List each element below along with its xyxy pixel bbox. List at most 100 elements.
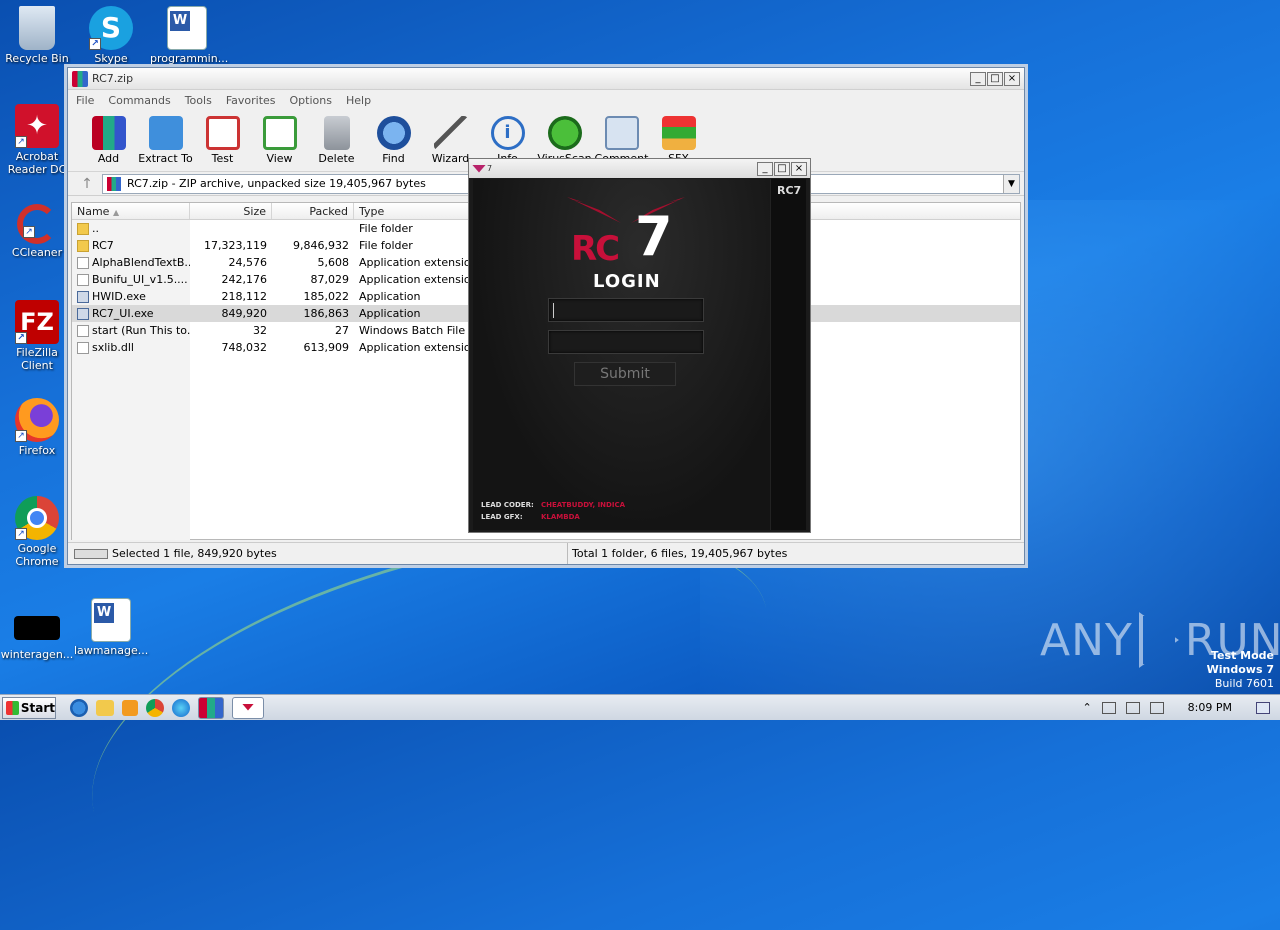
find-label: Find [382,152,405,165]
minimize-button[interactable]: _ [757,161,773,176]
folder-icon[interactable] [96,699,114,716]
file-packed: 186,863 [303,307,350,320]
recycle-bin-icon [19,6,55,50]
chevron-up-icon[interactable]: ⌃ [1082,701,1091,714]
file-name: RC7_UI.exe [92,307,154,320]
desktop-icon-ccleaner[interactable]: ↗ CCleaner [0,204,74,259]
network-icon[interactable] [1125,701,1140,714]
winrar-taskbar-icon[interactable] [198,696,224,719]
extract-to-button[interactable]: Extract To [137,110,194,165]
file-size: 17,323,119 [204,239,267,252]
show-desktop-icon[interactable] [1256,701,1270,714]
start-label: Start [20,700,55,715]
chrome-icon[interactable] [146,698,164,717]
desktop-icon-firefox[interactable]: ↗ Firefox [0,398,74,457]
close-button[interactable]: × [791,161,807,176]
password-input[interactable] [548,330,704,354]
desktop-icon-winteragen[interactable]: winteragen... [0,616,74,661]
firefox-icon: ↗ [15,398,59,442]
file-packed: 87,029 [310,273,350,286]
test-mode-line: Build 7601 [1214,677,1274,690]
file-name: AlphaBlendTextB... [92,256,190,269]
view-label: View [266,152,293,165]
speaker-icon[interactable] [1101,701,1116,714]
file-icon [77,290,89,303]
rc7-mini-logo-icon [472,164,486,173]
media-player-icon[interactable] [122,699,138,716]
archive-add-icon [91,116,126,150]
chrome-icon: ↗ [15,496,59,540]
submit-button[interactable]: Submit [574,362,676,386]
desktop-icon-acrobat[interactable]: ✦ ↗ Acrobat Reader DC [0,104,74,176]
test-mode-line: Windows 7 [1206,663,1274,676]
menu-favorites[interactable]: Favorites [226,94,276,107]
acrobat-icon: ✦ ↗ [15,104,59,148]
chevron-down-icon[interactable]: ▼ [1003,174,1019,193]
clock[interactable]: 8:09 PM [1188,701,1232,714]
column-size[interactable]: Size [190,203,272,219]
add-button[interactable]: Add [80,110,137,165]
column-packed[interactable]: Packed [272,203,354,219]
menu-file[interactable]: File [76,94,94,107]
file-size: 218,112 [221,290,268,303]
edge-icon[interactable] [172,698,190,717]
file-name: RC7 [92,239,114,252]
winrar-icon [72,70,88,87]
desktop-icon-filezilla[interactable]: FZ ↗ FileZilla Client [0,300,74,372]
desktop-icon-recycle-bin[interactable]: Recycle Bin [0,6,74,65]
desktop-icon-lawmanage[interactable]: W lawmanage... [74,598,148,657]
status-bar: Selected 1 file, 849,920 bytes Total 1 f… [68,542,1024,564]
winrar-titlebar[interactable]: RC7.zip _ □ × [68,68,1024,90]
system-tray: ⌃ 8:09 PM [1082,701,1280,714]
desktop-icon-programmin[interactable]: W programmin... [150,6,229,65]
comment-button[interactable]: Comment [593,110,650,165]
file-packed: 185,022 [303,290,350,303]
sfx-button[interactable]: SFX [650,110,707,165]
column-name[interactable]: Name ▲ [72,203,190,219]
rc7-taskbar-icon[interactable] [232,696,264,719]
rc7-window: 7 _ □ × RC 7 LOGIN Submit LEAD CODER: CHE… [468,158,811,533]
trash-icon [323,116,350,150]
file-name: .. [92,222,99,235]
drive-icon [74,548,108,559]
file-icon [77,256,89,269]
wizard-button[interactable]: Wizard [422,110,479,165]
text-caret [553,303,554,318]
maximize-button[interactable]: □ [987,71,1003,86]
minimize-button[interactable]: _ [970,71,986,86]
address-text: RC7.zip - ZIP archive, unpacked size 19,… [127,177,426,190]
column-type[interactable]: Type [354,203,474,219]
side-logo: RC7 [777,184,802,197]
desktop-icon-label: programmin... [150,52,229,65]
menu-help[interactable]: Help [346,94,371,107]
desktop-icon-label: Recycle Bin [5,52,69,65]
menubar: File Commands Tools Favorites Options He… [68,90,1024,110]
ie-icon[interactable] [70,698,88,717]
credit-key: LEAD CODER: [481,501,534,509]
view-button[interactable]: View [251,110,308,165]
play-icon [1138,612,1179,668]
find-button[interactable]: Find [365,110,422,165]
sfx-box-icon [661,116,696,150]
rc7-titlebar[interactable]: 7 _ □ × [469,159,810,178]
delete-button[interactable]: Delete [308,110,365,165]
menu-options[interactable]: Options [290,94,332,107]
magnifier-icon [376,116,411,150]
username-input[interactable] [548,298,704,322]
test-button[interactable]: Test [194,110,251,165]
ccleaner-icon: ↗ [17,204,57,244]
start-button[interactable]: Start [2,696,56,719]
maximize-button[interactable]: □ [774,161,790,176]
desktop-icon-skype[interactable]: S ↗ Skype [74,6,148,65]
info-button[interactable]: iInfo [479,110,536,165]
file-icon [77,324,89,337]
menu-commands[interactable]: Commands [108,94,170,107]
menu-tools[interactable]: Tools [185,94,212,107]
add-label: Add [97,152,120,165]
up-arrow-icon[interactable]: ↑ [72,174,102,194]
virusscan-button[interactable]: VirusScan [536,110,593,165]
close-button[interactable]: × [1004,71,1020,86]
desktop-icon-chrome[interactable]: ↗ Google Chrome [0,496,74,568]
flag-icon[interactable] [1149,701,1164,714]
rc7-sidebar: RC7 [770,179,806,530]
